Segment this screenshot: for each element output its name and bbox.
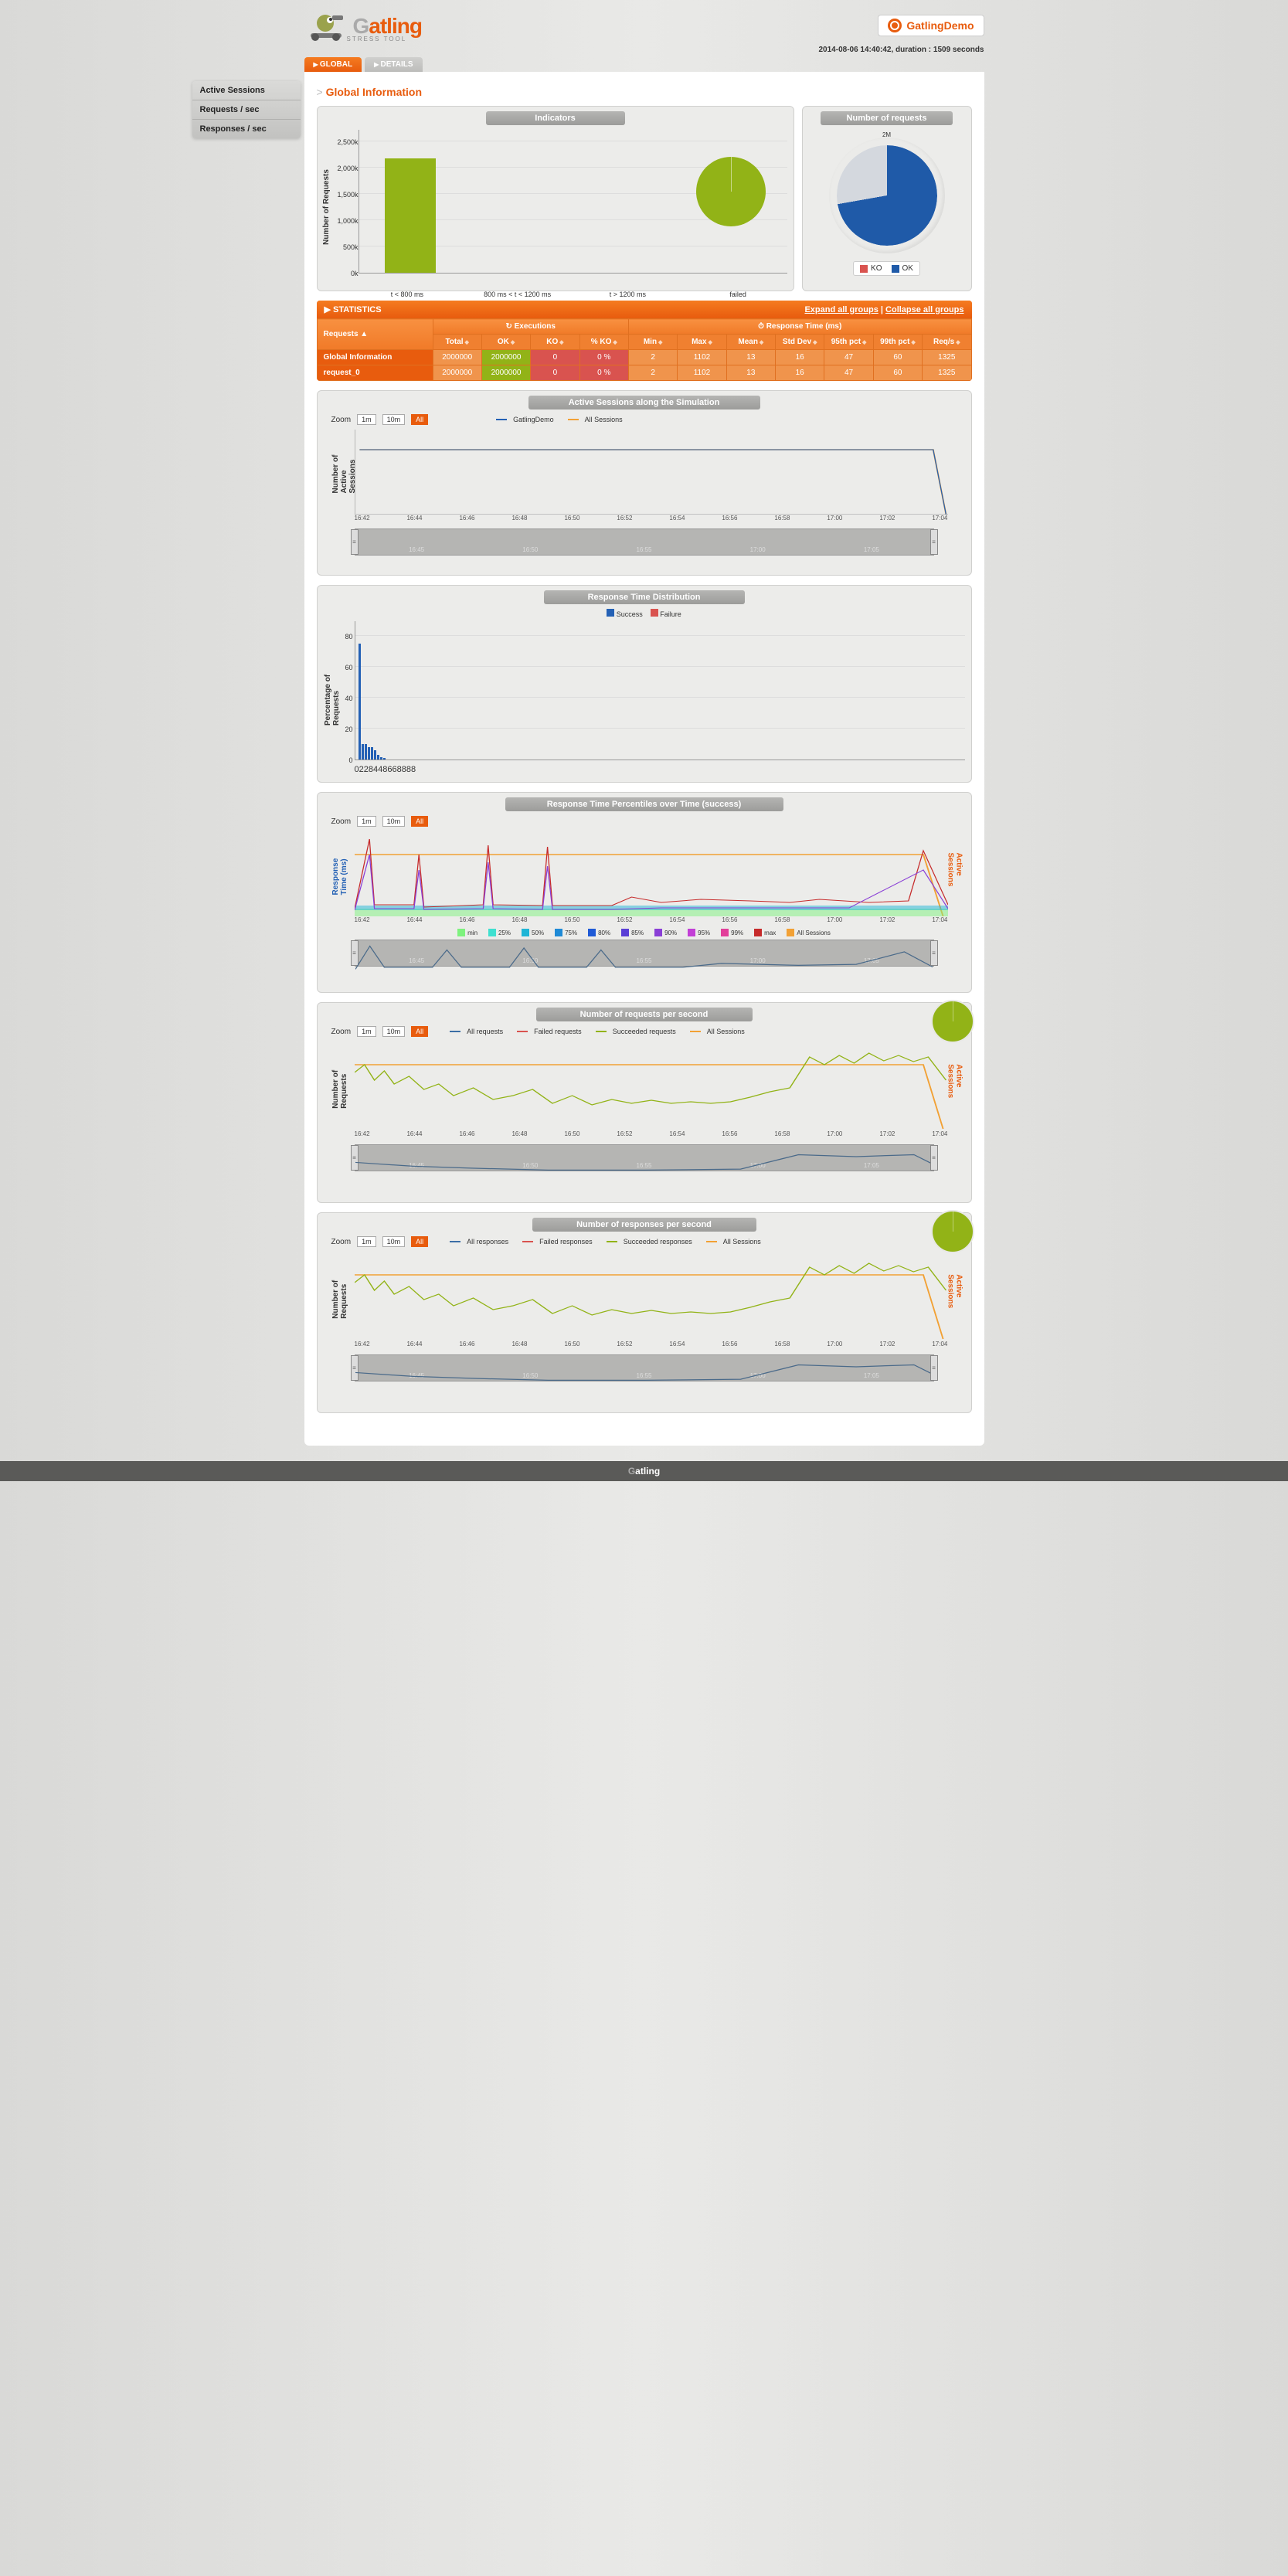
sidenav-item-active-sessions[interactable]: Active Sessions xyxy=(192,81,301,100)
col-max[interactable]: Max xyxy=(678,335,726,350)
bar-lt800 xyxy=(385,158,436,273)
link-expand[interactable]: Expand all groups xyxy=(804,305,878,314)
stats-title: STATISTICS xyxy=(333,305,382,314)
header: Gatling STRESS TOOL GatlingDemo xyxy=(304,0,984,44)
col-kop[interactable]: % KO xyxy=(579,335,628,350)
swatch-ko xyxy=(860,265,868,273)
panel-resp-dist: Response Time Distribution Success Failu… xyxy=(317,585,972,783)
brand-name: Gatling xyxy=(353,14,422,38)
col-ok[interactable]: OK xyxy=(481,335,530,350)
tab-details[interactable]: DETAILS xyxy=(365,57,422,72)
zoom-10m[interactable]: 10m xyxy=(382,816,406,827)
sidenav-item-responses[interactable]: Responses / sec xyxy=(192,120,301,138)
target-icon xyxy=(888,19,902,32)
simulation-badge: GatlingDemo xyxy=(878,15,984,36)
panel-indicators: Indicators Number of Requests 0k 500k 1,… xyxy=(317,106,794,291)
simulation-name: GatlingDemo xyxy=(906,19,974,32)
panel-active-sessions: Active Sessions along the Simulation Zoo… xyxy=(317,390,972,576)
panel-requests-sec: Number of requests per second Zoom 1m 10… xyxy=(317,1002,972,1203)
zoom-controls: Zoom 1m 10m All GatlingDemo All Sessions xyxy=(331,414,957,425)
nav-handle-left[interactable]: ≡ xyxy=(351,529,359,555)
zoom-10m[interactable]: 10m xyxy=(382,414,406,425)
page-title: Global Information xyxy=(317,86,972,98)
panel-percentiles: Response Time Percentiles over Time (suc… xyxy=(317,792,972,993)
navigator[interactable]: ≡ 16:4516:5016:5517:0017:05 ≡ xyxy=(355,940,934,967)
col-p99[interactable]: 99th pct xyxy=(873,335,922,350)
panel-num-requests: Number of requests 2M KO OK xyxy=(802,106,972,291)
zoom-all[interactable]: All xyxy=(411,816,428,827)
stats-table: Requests ▲ ↻ Executions ⏱ Response Time … xyxy=(317,318,972,381)
swatch-ok xyxy=(892,265,899,273)
sidenav-item-requests[interactable]: Requests / sec xyxy=(192,100,301,120)
panel-title-numreq: Number of requests xyxy=(821,111,953,125)
y-axis-label: Number of Requests xyxy=(322,169,331,245)
table-row: Global Information 2000000 2000000 0 0 %… xyxy=(317,350,971,365)
col-mean[interactable]: Mean xyxy=(726,335,775,350)
pie-indicators xyxy=(696,157,766,226)
x-axis: 16:4216:4416:4616:4816:5016:5216:5416:56… xyxy=(355,515,948,525)
logo: Gatling STRESS TOOL xyxy=(304,8,422,42)
zoom-1m[interactable]: 1m xyxy=(357,816,376,827)
link-collapse[interactable]: Collapse all groups xyxy=(885,305,963,314)
col-requests[interactable]: Requests ▲ xyxy=(317,319,433,350)
zoom-all[interactable]: All xyxy=(411,414,428,425)
pie-num-requests: 2M xyxy=(829,138,945,253)
col-ko[interactable]: KO xyxy=(531,335,579,350)
nav-handle-right[interactable]: ≡ xyxy=(930,529,938,555)
tab-global[interactable]: GLOBAL xyxy=(304,57,362,72)
navigator[interactable]: ≡ 16:4516:5016:5517:0017:05 ≡ xyxy=(355,528,934,556)
col-std[interactable]: Std Dev xyxy=(776,335,824,350)
table-row: request_0 2000000 2000000 0 0 % 2 1102 1… xyxy=(317,365,971,381)
timestamp: 2014-08-06 14:40:42, duration : 1509 sec… xyxy=(304,44,984,57)
col-p95[interactable]: 95th pct xyxy=(824,335,873,350)
footer: Gatling xyxy=(0,1461,1288,1481)
sidenav: Active Sessions Requests / sec Responses… xyxy=(192,81,301,138)
zoom-1m[interactable]: 1m xyxy=(357,414,376,425)
legend-percentiles: min25%50%75%80%85%90%95%99%maxAll Sessio… xyxy=(331,929,957,936)
panel-title-indicators: Indicators xyxy=(486,111,625,125)
logo-icon xyxy=(304,8,347,42)
col-reqs[interactable]: Req/s xyxy=(923,335,971,350)
col-min[interactable]: Min xyxy=(628,335,677,350)
panel-responses-sec: Number of responses per second Zoom 1m 1… xyxy=(317,1212,972,1413)
legend-numreq: KO OK xyxy=(853,261,920,276)
col-total[interactable]: Total xyxy=(433,335,481,350)
content: Active Sessions Requests / sec Responses… xyxy=(304,72,984,1446)
panel-statistics: ▶ STATISTICS Expand all groups | Collaps… xyxy=(317,301,972,381)
tabs: GLOBAL DETAILS xyxy=(304,57,984,72)
chart-indicators: Number of Requests 0k 500k 1,000k 1,500k… xyxy=(324,130,787,284)
